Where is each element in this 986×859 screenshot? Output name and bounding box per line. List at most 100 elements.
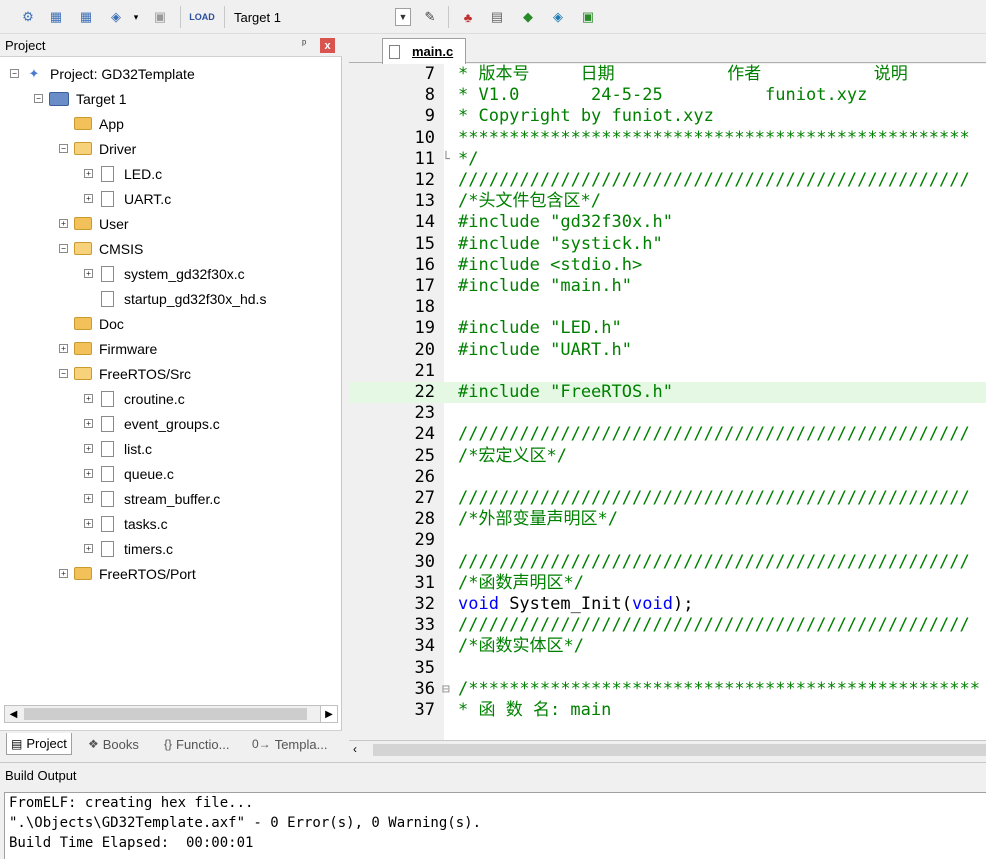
- rebuild-icon[interactable]: ▦: [76, 7, 96, 27]
- target-select[interactable]: Target 1: [234, 8, 414, 28]
- tree-item[interactable]: + list.c: [84, 436, 152, 461]
- collapse-icon[interactable]: −: [10, 69, 19, 78]
- build-icon[interactable]: ▦: [46, 7, 66, 27]
- build-log[interactable]: FromELF: creating hex file... ".\Objects\…: [4, 792, 986, 859]
- code-line[interactable]: 32 void System_Init(void);: [349, 594, 986, 615]
- expand-icon[interactable]: +: [84, 394, 93, 403]
- collapse-icon[interactable]: −: [34, 94, 43, 103]
- tree-item[interactable]: + system_gd32f30x.c: [84, 261, 245, 286]
- scroll-left-icon[interactable]: ◀: [5, 706, 22, 722]
- tree-item[interactable]: − FreeRTOS/Src: [59, 361, 191, 386]
- code-line[interactable]: 26: [349, 467, 986, 488]
- runtime-env-icon[interactable]: ◈: [548, 7, 568, 27]
- collapse-icon[interactable]: −: [59, 144, 68, 153]
- chevron-down-icon[interactable]: ▼: [395, 8, 411, 26]
- tree-item[interactable]: + tasks.c: [84, 511, 168, 536]
- code-line[interactable]: 20 #include "UART.h": [349, 340, 986, 361]
- code-editor[interactable]: 7 * 版本号 日期 作者 说明 8 * V1.0 24-5-25 funiot.xy…: [349, 64, 986, 740]
- expand-icon[interactable]: +: [84, 269, 93, 278]
- select-packs-icon[interactable]: ▣: [578, 7, 598, 27]
- expand-icon[interactable]: +: [84, 519, 93, 528]
- tree-item[interactable]: + stream_buffer.c: [84, 486, 220, 511]
- fold-marker-icon[interactable]: └: [442, 149, 450, 170]
- code-line[interactable]: 9 * Copyright by funiot.xyz: [349, 106, 986, 127]
- code-line[interactable]: 15 #include "systick.h": [349, 234, 986, 255]
- tab-templa[interactable]: 0→ Templa...: [248, 733, 331, 755]
- expand-icon[interactable]: +: [84, 444, 93, 453]
- download-icon[interactable]: LOAD: [189, 7, 215, 27]
- batch-dropdown-icon[interactable]: ▾: [126, 7, 146, 27]
- tab-main-c[interactable]: main.c: [382, 38, 466, 64]
- tree-item[interactable]: + FreeRTOS/Port: [59, 561, 196, 586]
- expand-icon[interactable]: +: [84, 419, 93, 428]
- tree-item[interactable]: + queue.c: [84, 461, 174, 486]
- tree-item[interactable]: − Target 1: [34, 86, 127, 111]
- tab-project[interactable]: ▤ Project: [6, 733, 72, 755]
- pack-installer-icon[interactable]: ◆: [518, 7, 538, 27]
- code-line[interactable]: 24 //////////////////////////////////////…: [349, 424, 986, 445]
- target-options-icon[interactable]: ✎: [420, 7, 440, 27]
- pin-icon[interactable]: ᵖ: [302, 38, 306, 50]
- expand-icon[interactable]: +: [84, 544, 93, 553]
- code-line[interactable]: 29: [349, 530, 986, 551]
- code-line[interactable]: 14 #include "gd32f30x.h": [349, 212, 986, 233]
- code-line[interactable]: 37 * 函 数 名: main: [349, 700, 986, 721]
- tree-item[interactable]: + timers.c: [84, 536, 173, 561]
- code-line[interactable]: 17 #include "main.h": [349, 276, 986, 297]
- code-line[interactable]: 13 /*头文件包含区*/: [349, 191, 986, 212]
- tree-item[interactable]: Doc: [59, 311, 124, 336]
- tab-books[interactable]: ❖ Books: [84, 733, 143, 755]
- code-line[interactable]: 34 /*函数实体区*/: [349, 636, 986, 657]
- batch-build-icon[interactable]: ◈: [106, 7, 126, 27]
- expand-icon[interactable]: +: [84, 469, 93, 478]
- code-line[interactable]: 27 //////////////////////////////////////…: [349, 488, 986, 509]
- collapse-icon[interactable]: −: [59, 244, 68, 253]
- code-line[interactable]: 11 └ */: [349, 149, 986, 170]
- code-line[interactable]: 30 //////////////////////////////////////…: [349, 552, 986, 573]
- code-line[interactable]: 8 * V1.0 24-5-25 funiot.xyz: [349, 85, 986, 106]
- code-line[interactable]: 10 **************************************…: [349, 128, 986, 149]
- tab-functio[interactable]: {} Functio...: [160, 733, 233, 755]
- tree-item[interactable]: − Driver: [59, 136, 136, 161]
- tree-item[interactable]: − ✦ Project: GD32Template: [10, 61, 195, 86]
- tree-item[interactable]: + Firmware: [59, 336, 157, 361]
- code-line[interactable]: 31 /*函数声明区*/: [349, 573, 986, 594]
- expand-icon[interactable]: +: [59, 344, 68, 353]
- code-line[interactable]: 35: [349, 658, 986, 679]
- collapse-icon[interactable]: −: [59, 369, 68, 378]
- expand-icon[interactable]: +: [84, 169, 93, 178]
- code-line[interactable]: 7 * 版本号 日期 作者 说明: [349, 64, 986, 85]
- fold-marker-icon[interactable]: ⊟: [442, 679, 450, 700]
- code-line[interactable]: 12 //////////////////////////////////////…: [349, 170, 986, 191]
- expand-icon[interactable]: +: [59, 219, 68, 228]
- scroll-left-icon[interactable]: ‹: [353, 742, 357, 756]
- tree-item[interactable]: + event_groups.c: [84, 411, 220, 436]
- code-line[interactable]: 33 //////////////////////////////////////…: [349, 615, 986, 636]
- tree-item[interactable]: App: [59, 111, 124, 136]
- file-extensions-icon[interactable]: ▤: [487, 7, 507, 27]
- code-line[interactable]: 21: [349, 361, 986, 382]
- project-scrollbar[interactable]: ◀ ▶: [4, 705, 338, 723]
- tree-item[interactable]: + croutine.c: [84, 386, 185, 411]
- code-line[interactable]: 19 #include "LED.h": [349, 318, 986, 339]
- scrollbar-thumb[interactable]: [24, 708, 307, 720]
- tree-item[interactable]: + User: [59, 211, 129, 236]
- expand-icon[interactable]: +: [59, 569, 68, 578]
- expand-icon[interactable]: +: [84, 194, 93, 203]
- tree-item[interactable]: + LED.c: [84, 161, 162, 186]
- scroll-right-icon[interactable]: ▶: [320, 706, 337, 722]
- tree-item[interactable]: − CMSIS: [59, 236, 143, 261]
- tree-item[interactable]: + UART.c: [84, 186, 171, 211]
- scrollbar-thumb[interactable]: [373, 744, 986, 756]
- code-line[interactable]: 36 ⊟ /************************************…: [349, 679, 986, 700]
- code-line[interactable]: 28 /*外部变量声明区*/: [349, 509, 986, 530]
- code-line[interactable]: 16 #include <stdio.h>: [349, 255, 986, 276]
- code-line[interactable]: 22 #include "FreeRTOS.h": [349, 382, 986, 403]
- code-line[interactable]: 18: [349, 297, 986, 318]
- translate-icon[interactable]: ⚙: [18, 7, 38, 27]
- code-line[interactable]: 23: [349, 403, 986, 424]
- close-icon[interactable]: x: [320, 38, 335, 53]
- code-line[interactable]: 25 /*宏定义区*/: [349, 446, 986, 467]
- manage-components-icon[interactable]: ♣: [458, 7, 478, 27]
- tree-item[interactable]: startup_gd32f30x_hd.s: [84, 286, 266, 311]
